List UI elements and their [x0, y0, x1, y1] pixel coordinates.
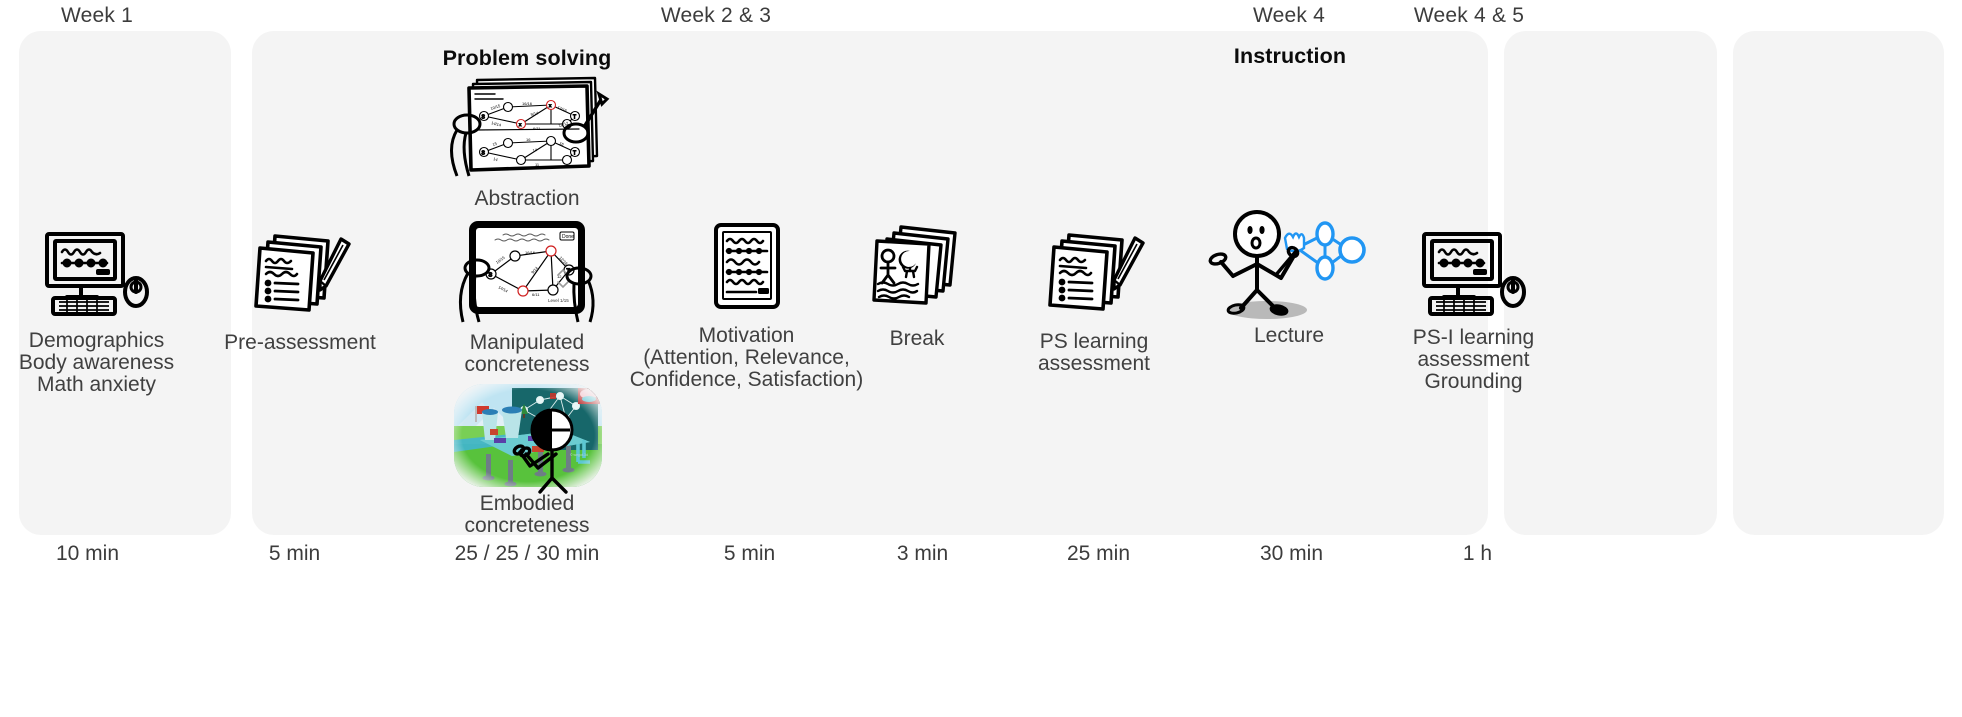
panel-psi [1733, 31, 1944, 535]
svg-text:S: S [489, 273, 493, 279]
item-abstraction: S T x x 10/15 16/16 9/14 12/16 14/14 6/1… [430, 72, 624, 210]
item-caption-psi-learning-assessment: PS-I learning assessment Grounding [1412, 326, 1535, 394]
item-caption-demographics: Demographics Body awareness Math anxiety [18, 329, 175, 397]
item-caption-abstraction: Abstraction [474, 187, 580, 210]
item-lecture: Lecture [1192, 204, 1386, 347]
tablet-graph-hands-icon: Done S T 10/15 16/16 9/14 12/16 14/14 6/… [430, 218, 624, 324]
comic-papers-icon [827, 223, 1007, 311]
duration-label-4: 5 min [723, 542, 776, 565]
item-caption-break: Break [889, 327, 945, 350]
svg-text:16: 16 [526, 137, 531, 142]
procedure-diagram: Week 1 Week 2 & 3 Week 4 Week 4 & 5 Prob… [0, 0, 1962, 717]
papers-graph-hands-icon: S T x x 10/15 16/16 9/14 12/16 14/14 6/1… [430, 72, 624, 180]
item-pre-assessment: Pre-assessment [204, 228, 396, 354]
week-label-3: Week 4 [1252, 4, 1325, 27]
item-ps-learning-assessment: PS learning assessment [1000, 227, 1188, 375]
svg-text:Done: Done [562, 234, 574, 240]
week-label-1: Week 1 [60, 4, 133, 27]
item-caption-manipulated-concreteness: Manipulated concreteness [464, 331, 590, 377]
item-embodied-concreteness: © wegot-3d [430, 382, 624, 537]
stick-figure-lecture-icon [1192, 204, 1386, 320]
item-break: Break [827, 223, 1007, 350]
panel-title-problem-solving: Problem solving [442, 46, 612, 70]
item-demographics: Demographics Body awareness Math anxiety [0, 230, 193, 396]
duration-label-8: 1 h [1462, 542, 1493, 565]
computer-icon [1377, 230, 1570, 316]
svg-text:6/11: 6/11 [532, 292, 540, 297]
vr-scene-icon: © wegot-3d [430, 382, 624, 494]
duration-label-7: 30 min [1259, 542, 1324, 565]
panel-title-instruction: Instruction [1233, 44, 1347, 68]
duration-label-6: 25 min [1066, 542, 1131, 565]
papers-pencil-icon [1000, 227, 1188, 315]
svg-text:16/16: 16/16 [525, 250, 536, 255]
papers-pencil-icon [204, 228, 396, 316]
item-psi-learning-assessment: PS-I learning assessment Grounding [1377, 230, 1570, 393]
week-label-4: Week 4 & 5 [1413, 4, 1525, 27]
svg-text:16/16: 16/16 [522, 101, 533, 106]
svg-text:T: T [573, 151, 576, 157]
week-label-2: Week 2 & 3 [660, 4, 772, 27]
computer-icon [0, 230, 193, 316]
duration-label-3: 25 / 25 / 30 min [454, 542, 600, 565]
duration-label-2: 5 min [268, 542, 321, 565]
item-caption-lecture: Lecture [1253, 324, 1325, 347]
item-manipulated-concreteness: Done S T 10/15 16/16 9/14 12/16 14/14 6/… [430, 218, 624, 376]
svg-text:6/11: 6/11 [533, 126, 541, 131]
duration-label-1: 10 min [55, 542, 120, 565]
item-caption-embodied-concreteness: Embodied concreteness [464, 492, 590, 538]
duration-label-5: 3 min [896, 542, 949, 565]
svg-text:Level 1/15: Level 1/15 [548, 298, 569, 303]
item-caption-pre-assessment: Pre-assessment [224, 331, 376, 354]
svg-text:T: T [573, 115, 576, 121]
item-caption-ps-learning-assessment: PS learning assessment [1037, 330, 1151, 376]
